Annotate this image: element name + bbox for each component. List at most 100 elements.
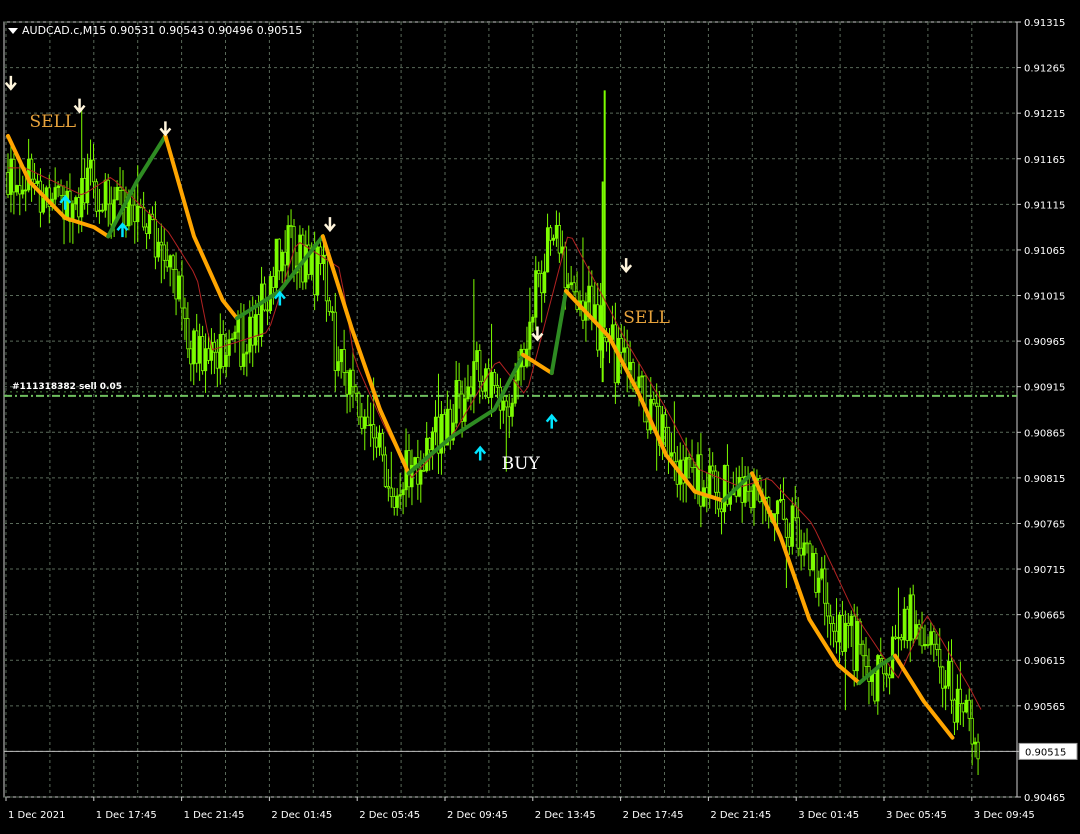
candle-body: [831, 623, 836, 632]
candle-body: [398, 494, 402, 497]
candle-body: [669, 452, 674, 457]
candle-body: [507, 406, 511, 417]
candle-body: [242, 353, 246, 367]
sell-arrow-icon: [323, 217, 336, 233]
sell-arrow-icon: [4, 75, 17, 91]
candle-body: [333, 311, 337, 371]
y-tick-label: 0.90615: [1024, 656, 1065, 667]
candle-body: [528, 321, 532, 350]
candle-body: [133, 204, 137, 223]
y-tick-label: 0.90865: [1024, 428, 1065, 439]
candle-body: [109, 203, 113, 225]
candle-body: [504, 400, 508, 408]
candle-body: [666, 426, 671, 457]
chart-header: AUDCAD.c,M15 0.90531 0.90543 0.90496 0.9…: [8, 24, 302, 37]
menu-triangle-icon[interactable]: [8, 28, 18, 34]
candle-body: [714, 470, 718, 493]
candle-body: [6, 172, 10, 195]
candle-body: [56, 185, 60, 188]
candle-body: [829, 615, 833, 624]
candle-body: [923, 644, 927, 647]
candle-body: [215, 351, 219, 369]
candle-body: [619, 337, 623, 353]
candle-body: [687, 457, 691, 460]
candle-body: [186, 318, 190, 350]
candle-body: [224, 354, 228, 367]
candle-body: [722, 464, 727, 513]
candle-body: [917, 624, 921, 629]
candle-body: [492, 371, 497, 386]
candle-body: [858, 621, 862, 645]
candle-body: [719, 508, 724, 513]
candle-body: [254, 314, 258, 346]
candle-body: [640, 375, 644, 378]
candle-body: [604, 337, 609, 343]
candle-body: [392, 496, 396, 508]
candle-body: [339, 348, 343, 363]
candle-body: [428, 437, 432, 451]
order-label[interactable]: #111318382 sell 0.05: [12, 382, 122, 392]
candle-body: [377, 432, 382, 448]
candle-body: [147, 213, 152, 234]
candle-body: [876, 655, 880, 702]
candle-body: [457, 380, 461, 395]
candle-body: [251, 316, 255, 346]
candle-body: [454, 380, 458, 424]
candle-body: [177, 275, 181, 300]
candle-body: [162, 244, 166, 261]
candle-body: [369, 424, 373, 427]
candle-body: [545, 227, 550, 273]
candle-body: [646, 421, 650, 431]
candle-body: [534, 270, 538, 318]
candle-body: [861, 643, 865, 657]
candle-body: [610, 324, 615, 340]
candle-body: [637, 376, 641, 388]
y-tick-label: 0.90565: [1024, 702, 1065, 713]
candle-body: [879, 655, 883, 659]
candle-body: [389, 487, 393, 497]
candle-body: [655, 402, 659, 407]
price-chart[interactable]: 0.91315 0.91265 0.91215 0.91165 0.91115 0.910…: [0, 0, 1080, 834]
candle-body: [15, 185, 19, 193]
candle-body: [643, 375, 647, 423]
candle-body: [124, 207, 128, 227]
candle-body: [926, 644, 930, 646]
candle-body: [548, 227, 553, 241]
candle-body: [820, 568, 824, 579]
candle-body: [967, 699, 971, 719]
y-tick-label: 0.90465: [1024, 793, 1065, 804]
candle-body: [12, 158, 16, 193]
y-tick-label: 0.90965: [1024, 337, 1065, 348]
candle-body: [77, 197, 81, 218]
candle-body: [430, 431, 435, 451]
candle-body: [59, 185, 63, 196]
candle-body: [852, 615, 856, 672]
candle-body: [572, 282, 576, 293]
candle-body: [964, 699, 968, 713]
candle-body: [198, 336, 202, 364]
x-tick-label: 3 Dec 01:45: [798, 810, 859, 821]
candle-body: [955, 688, 960, 723]
candle-body: [257, 314, 261, 337]
candle-body: [171, 255, 175, 270]
candle-body: [902, 608, 906, 641]
candle-body: [289, 225, 293, 227]
candle-body: [206, 348, 211, 361]
candle-body: [366, 416, 370, 427]
candle-body: [802, 542, 806, 556]
y-tick-label: 0.91165: [1024, 155, 1065, 166]
candle-body: [32, 178, 37, 184]
candle-body: [262, 283, 267, 311]
candle-body: [834, 630, 839, 643]
candle-body: [826, 602, 830, 617]
candle-body: [893, 636, 898, 639]
candle-body: [86, 167, 90, 204]
candle-body: [307, 244, 311, 275]
candle-body: [905, 608, 909, 641]
candle-body: [180, 275, 184, 309]
candle-body: [887, 674, 892, 679]
candle-body: [843, 622, 847, 652]
candle-body: [543, 271, 547, 294]
candle-body: [35, 180, 40, 184]
candle-body: [342, 348, 346, 373]
